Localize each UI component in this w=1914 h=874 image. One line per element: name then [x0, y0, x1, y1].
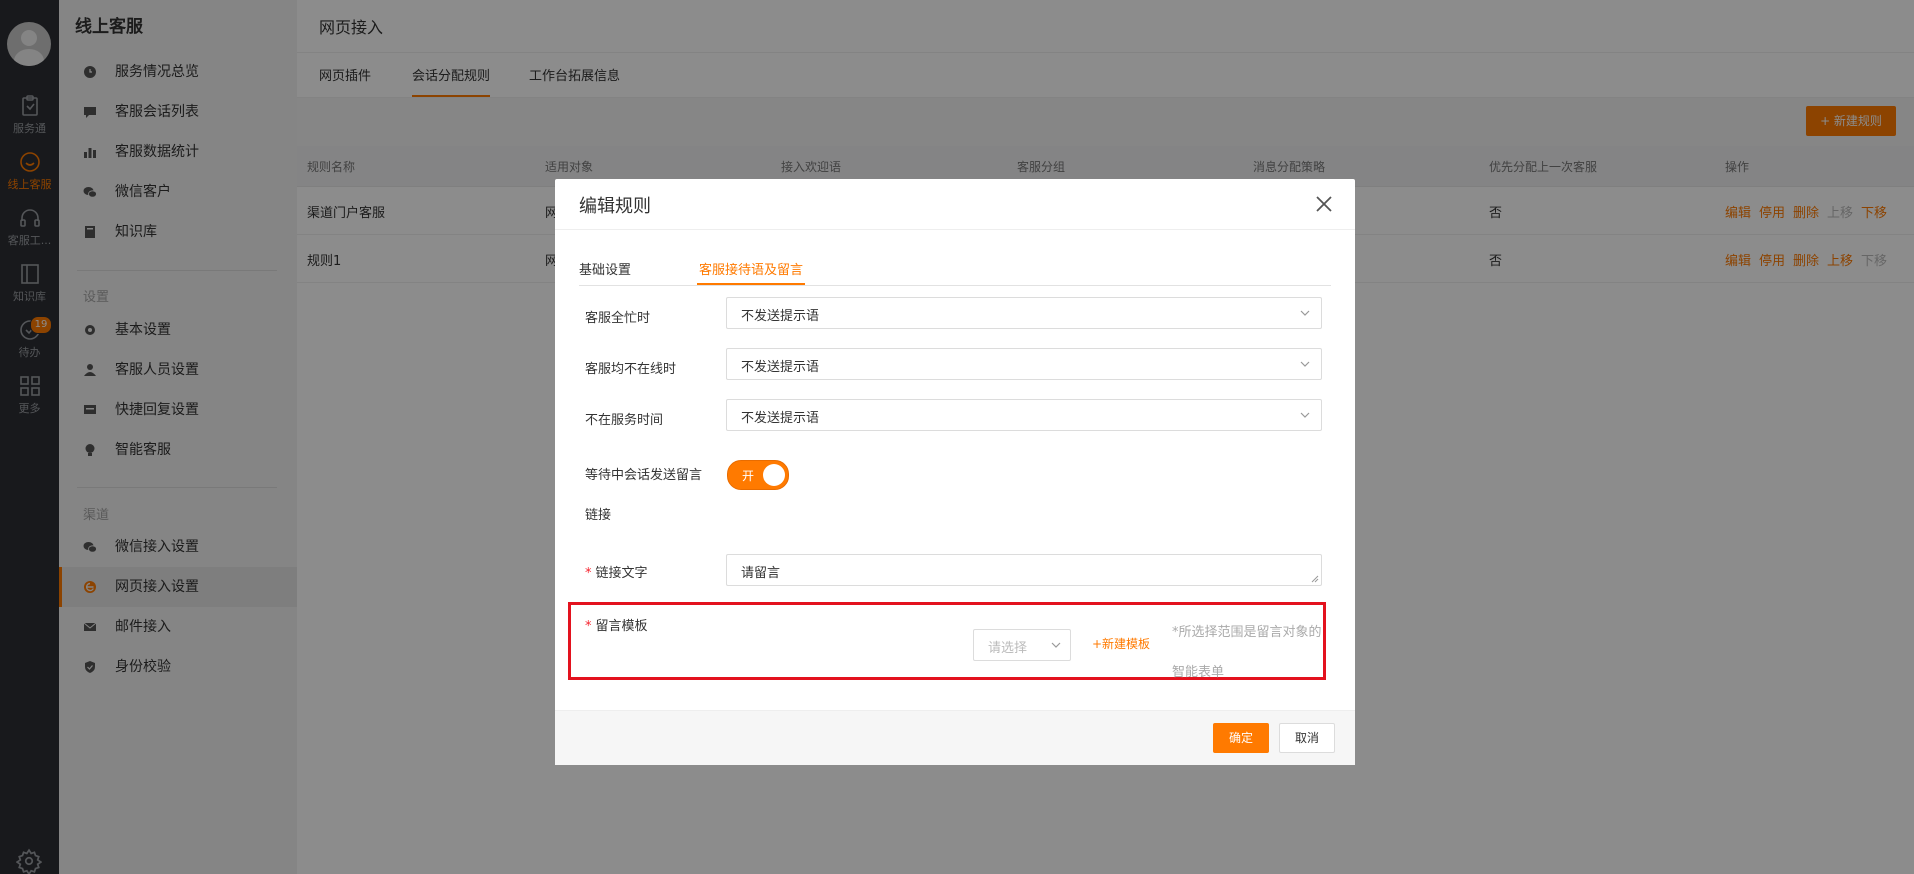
link-text-label: * 链接文字 — [585, 566, 648, 581]
link-text-input[interactable]: 请留言 — [726, 554, 1322, 586]
all-offline-select[interactable]: 不发送提示语 — [726, 348, 1322, 380]
waiting-message-label-link: 链接 — [585, 508, 612, 523]
chevron-down-icon — [1300, 361, 1310, 367]
waiting-message-label: 等待中会话发送留言 — [585, 468, 703, 483]
dialog-tabs: 基础设置 客服接待语及留言 — [579, 251, 1331, 286]
tab-basic-settings[interactable]: 基础设置 — [579, 259, 631, 278]
resize-grip-icon[interactable] — [1311, 575, 1319, 583]
close-icon[interactable] — [1311, 191, 1337, 217]
dialog-footer: 确定 取消 — [555, 710, 1355, 765]
new-template-link[interactable]: +新建模板 — [1092, 635, 1150, 652]
edit-rule-dialog: 编辑规则 基础设置 客服接待语及留言 客服全忙时 不发送提示语 客服均不在线时 … — [555, 179, 1355, 765]
all-busy-select[interactable]: 不发送提示语 — [726, 297, 1322, 329]
all-offline-label: 客服均不在线时 — [585, 362, 677, 377]
off-hours-label: 不在服务时间 — [585, 413, 664, 428]
chevron-down-icon — [1300, 412, 1310, 418]
all-busy-label: 客服全忙时 — [585, 311, 651, 326]
template-select[interactable]: 请选择 — [973, 629, 1071, 661]
dialog-title: 编辑规则 — [579, 196, 651, 217]
cancel-button[interactable]: 取消 — [1279, 723, 1335, 753]
dialog-header: 编辑规则 — [555, 179, 1355, 230]
template-label: * 留言模板 — [585, 619, 648, 634]
toggle-knob — [763, 464, 785, 486]
chevron-down-icon — [1300, 310, 1310, 316]
waiting-message-toggle[interactable]: 开 — [727, 460, 789, 490]
template-hint: *所选择范围是留言对象的智能表单 — [1172, 625, 1322, 680]
off-hours-select[interactable]: 不发送提示语 — [726, 399, 1322, 431]
confirm-button[interactable]: 确定 — [1213, 723, 1269, 753]
chevron-down-icon — [1051, 642, 1061, 648]
tab-greeting-and-message[interactable]: 客服接待语及留言 — [696, 259, 806, 285]
